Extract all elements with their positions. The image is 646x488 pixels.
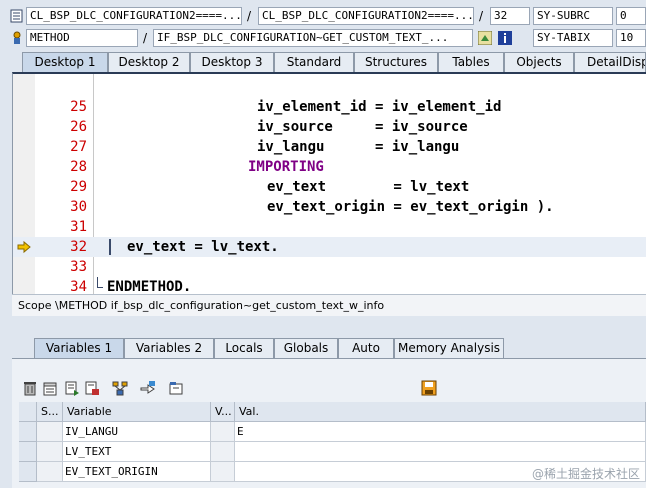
grid-cell-value[interactable] <box>235 442 646 462</box>
current-code-line: 32 ev_text = lv_text. <box>13 237 646 257</box>
program-icon <box>10 9 24 23</box>
code-line: 33 <box>13 257 646 277</box>
code-text: iv_element_id = iv_element_id <box>257 99 502 115</box>
tab-desktop-2[interactable]: Desktop 2 <box>108 52 190 72</box>
delete-all-icon[interactable] <box>42 380 58 396</box>
code-text: iv_source = iv_source <box>257 119 468 135</box>
line-number: 27 <box>70 139 87 155</box>
save-layout-icon[interactable] <box>421 380 437 396</box>
column-header-value[interactable]: Val. <box>235 402 646 422</box>
grid-cell-view <box>211 462 235 482</box>
code-keyword: IMPORTING <box>248 159 324 175</box>
code-line: 30 ev_text_origin = ev_text_origin ). <box>13 197 646 217</box>
grid-cell-variable[interactable]: LV_TEXT <box>63 442 211 462</box>
tab-objects[interactable]: Objects <box>504 52 574 72</box>
sysvar2-value-field[interactable]: 10 <box>616 29 646 47</box>
grid-cell-view <box>211 422 235 442</box>
separator-slash: / <box>247 9 252 23</box>
line-number: 25 <box>70 99 87 115</box>
line-number: 30 <box>70 199 87 215</box>
separator-slash: / <box>143 31 148 45</box>
tab-detail-display[interactable]: DetailDisplay <box>574 52 646 72</box>
scope-bar: Scope \METHOD if_bsp_dlc_configuration~g… <box>12 294 646 316</box>
hierarchy-icon[interactable] <box>112 380 128 396</box>
code-line: 31 <box>13 217 646 237</box>
code-text: ev_text_origin = ev_text_origin ). <box>267 199 554 215</box>
grid-cell-view <box>211 442 235 462</box>
code-line: 26 iv_source = iv_source <box>13 117 646 137</box>
tab-locals[interactable]: Locals <box>214 338 274 358</box>
code-text: ENDMETHOD. <box>107 279 192 294</box>
grid-cell-status <box>37 442 63 462</box>
class-field[interactable]: CL_BSP_DLC_CONFIGURATION2====... <box>258 7 474 25</box>
sysvar-name-field[interactable]: SY-SUBRC <box>533 7 613 25</box>
block-marker <box>109 239 111 255</box>
grid-corner[interactable] <box>19 402 37 422</box>
tab-structures[interactable]: Structures <box>354 52 438 72</box>
row-selector[interactable] <box>19 462 37 482</box>
separator-slash: / <box>479 9 484 23</box>
transfer-icon[interactable] <box>140 380 156 396</box>
grid-cell-status <box>37 462 63 482</box>
code-line: 25 iv_element_id = iv_element_id <box>13 97 646 117</box>
delete-icon[interactable] <box>22 380 38 396</box>
line-number: 28 <box>70 159 87 175</box>
export-variables-icon[interactable] <box>84 380 100 396</box>
sysvar2-name-field[interactable]: SY-TABIX <box>533 29 613 47</box>
tab-desktop-1[interactable]: Desktop 1 <box>22 52 108 72</box>
line-number: 29 <box>70 179 87 195</box>
code-text: iv_langu = iv_langu <box>257 139 460 155</box>
line-number: 31 <box>70 219 87 235</box>
tab-globals[interactable]: Globals <box>274 338 338 358</box>
code-text: ev_text = lv_text <box>267 179 470 195</box>
tab-tables[interactable]: Tables <box>438 52 504 72</box>
row-selector[interactable] <box>19 422 37 442</box>
grid-cell-variable[interactable]: EV_TEXT_ORIGIN <box>63 462 211 482</box>
grid-cell-variable[interactable]: IV_LANGU <box>63 422 211 442</box>
method-name-field[interactable]: IF_BSP_DLC_CONFIGURATION~GET_CUSTOM_TEXT… <box>153 29 473 47</box>
grid-cell-value[interactable]: E <box>235 422 646 442</box>
code-line: 34 ENDMETHOD. <box>13 277 646 294</box>
service-icon[interactable] <box>168 380 184 396</box>
method-icon <box>10 31 24 45</box>
block-bracket <box>97 277 98 287</box>
watermark: @稀土掘金技术社区 <box>531 467 640 481</box>
code-line: 29 ev_text = lv_text <box>13 177 646 197</box>
code-line: 28 IMPORTING <box>13 157 646 177</box>
tab-desktop-3[interactable]: Desktop 3 <box>190 52 274 72</box>
tab-standard[interactable]: Standard <box>274 52 354 72</box>
tab-variables-1[interactable]: Variables 1 <box>34 338 124 358</box>
import-variables-icon[interactable] <box>64 380 80 396</box>
current-line-arrow-icon <box>17 240 31 257</box>
block-bracket <box>97 287 103 288</box>
code-text: ev_text = lv_text. <box>127 239 279 255</box>
desktop-tab-strip: Desktop 1 Desktop 2 Desktop 3 Standard S… <box>0 50 646 72</box>
column-header-variable[interactable]: Variable <box>63 402 211 422</box>
sysvar-value-field[interactable]: 0 <box>616 7 646 25</box>
tab-variables-2[interactable]: Variables 2 <box>124 338 214 358</box>
tab-memory-analysis[interactable]: Memory Analysis <box>394 338 504 358</box>
event-type-field[interactable]: METHOD <box>26 29 138 47</box>
line-number: 32 <box>70 239 87 255</box>
info-icon[interactable] <box>498 31 512 45</box>
program-field[interactable]: CL_BSP_DLC_CONFIGURATION2====... <box>26 7 242 25</box>
code-line: 27 iv_langu = iv_langu <box>13 137 646 157</box>
line-number-field[interactable]: 32 <box>490 7 530 25</box>
column-header-view[interactable]: V... <box>211 402 235 422</box>
line-number: 26 <box>70 119 87 135</box>
line-number: 34 <box>70 279 87 294</box>
column-header-status[interactable]: S... <box>37 402 63 422</box>
tab-auto[interactable]: Auto <box>338 338 394 358</box>
display-source-icon[interactable] <box>477 30 493 46</box>
debugger-header: CL_BSP_DLC_CONFIGURATION2====... / CL_BS… <box>0 0 646 50</box>
grid-cell-status <box>37 422 63 442</box>
row-selector[interactable] <box>19 442 37 462</box>
line-number: 33 <box>70 259 87 275</box>
source-code-editor[interactable]: 25 iv_element_id = iv_element_id 26 iv_s… <box>12 72 646 294</box>
